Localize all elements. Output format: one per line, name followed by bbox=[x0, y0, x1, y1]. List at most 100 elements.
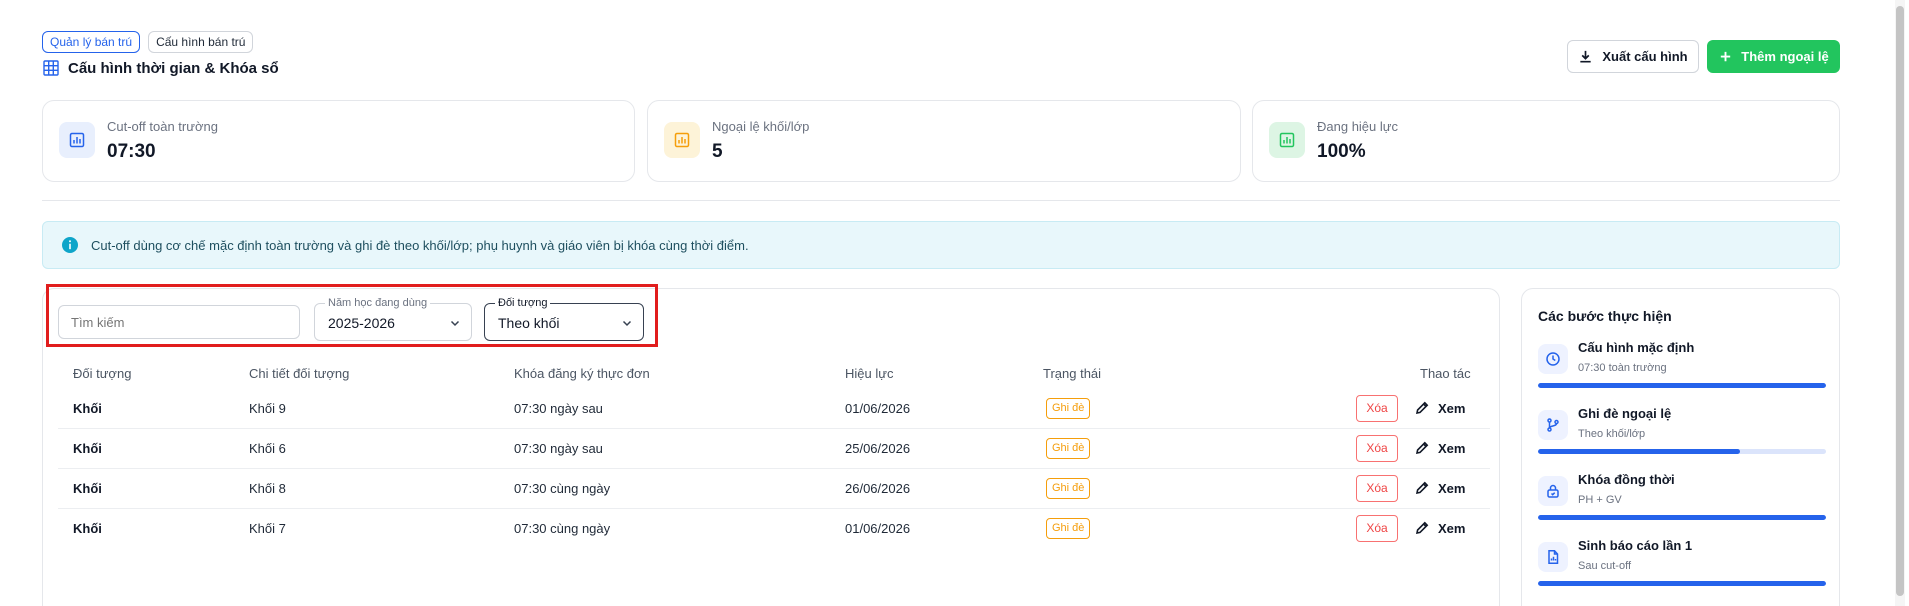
step-title: Ghi đè ngoại lệ bbox=[1578, 406, 1672, 421]
stat-card-exceptions: Ngoại lệ khối/lớp 5 bbox=[647, 100, 1241, 182]
delete-button[interactable]: Xóa bbox=[1356, 515, 1398, 542]
row-target: Khối bbox=[73, 441, 102, 456]
row-target: Khối bbox=[73, 521, 102, 536]
column-header-actions: Thao tác bbox=[1420, 366, 1471, 381]
step-icon-box bbox=[1538, 476, 1568, 506]
table-row: Khối Khối 7 07:30 cùng ngày 01/06/2026 G… bbox=[58, 509, 1490, 549]
status-badge: Ghi đè bbox=[1046, 478, 1091, 499]
export-config-label: Xuất cấu hình bbox=[1602, 49, 1688, 64]
breadcrumb-item-boarding-config[interactable]: Cấu hình bán trú bbox=[148, 31, 254, 53]
delete-button[interactable]: Xóa bbox=[1356, 395, 1398, 422]
info-banner-text: Cut-off dùng cơ chế mặc định toàn trường… bbox=[91, 237, 749, 253]
info-icon bbox=[62, 237, 78, 253]
pencil-icon[interactable] bbox=[1414, 440, 1430, 456]
clock-icon bbox=[1546, 352, 1560, 366]
filter-highlight-box bbox=[46, 284, 658, 347]
step-item: Ghi đè ngoại lệ Theo khối/lớp bbox=[1538, 406, 1826, 468]
step-item: Sinh báo cáo lần 1 Sau cut-off bbox=[1538, 538, 1826, 600]
step-progress-track bbox=[1538, 383, 1826, 388]
pencil-icon[interactable] bbox=[1414, 400, 1430, 416]
export-config-button[interactable]: Xuất cấu hình bbox=[1567, 40, 1699, 73]
row-lock: 07:30 cùng ngày bbox=[514, 481, 611, 496]
status-badge: Ghi đè bbox=[1046, 398, 1091, 419]
step-title: Cấu hình mặc định bbox=[1578, 340, 1695, 355]
stat-icon-box bbox=[59, 122, 95, 158]
pencil-icon[interactable] bbox=[1414, 480, 1430, 496]
step-subtitle: PH + GV bbox=[1578, 494, 1622, 506]
step-progress-track bbox=[1538, 449, 1826, 454]
breadcrumb-item-boarding-management[interactable]: Quản lý bán trú bbox=[42, 31, 141, 53]
pencil-icon[interactable] bbox=[1414, 520, 1430, 536]
table-row: Khối Khối 9 07:30 ngày sau 01/06/2026 Gh… bbox=[58, 389, 1490, 429]
row-detail: Khối 9 bbox=[249, 401, 286, 416]
step-icon-box bbox=[1538, 410, 1568, 440]
row-effective: 25/06/2026 bbox=[845, 441, 911, 456]
stat-icon-box bbox=[664, 122, 700, 158]
stat-value: 100% bbox=[1317, 141, 1366, 162]
row-lock: 07:30 ngày sau bbox=[514, 401, 603, 416]
step-progress-fill bbox=[1538, 581, 1826, 586]
step-subtitle: Theo khối/lớp bbox=[1578, 428, 1646, 440]
step-icon-box bbox=[1538, 344, 1568, 374]
step-title: Sinh báo cáo lần 1 bbox=[1578, 538, 1693, 553]
branch-icon bbox=[1547, 418, 1559, 432]
title-row: Cấu hình thời gian & Khóa sổ bbox=[42, 59, 279, 77]
add-exception-label: Thêm ngoại lệ bbox=[1741, 49, 1829, 64]
chart-icon bbox=[1279, 132, 1295, 148]
step-subtitle: Sau cut-off bbox=[1578, 560, 1631, 572]
status-badge: Ghi đè bbox=[1046, 518, 1091, 539]
column-header-effective[interactable]: Hiệu lực bbox=[845, 366, 893, 381]
view-link[interactable]: Xem bbox=[1438, 401, 1465, 416]
delete-button[interactable]: Xóa bbox=[1356, 435, 1398, 462]
stat-icon-box bbox=[1269, 122, 1305, 158]
breadcrumb: Quản lý bán trú Cấu hình bán trú bbox=[42, 31, 254, 53]
view-link[interactable]: Xem bbox=[1438, 521, 1465, 536]
step-progress-track bbox=[1538, 515, 1826, 520]
step-item: Khóa đồng thời PH + GV bbox=[1538, 472, 1826, 534]
steps-card: Các bước thực hiện Cấu hình mặc định 07:… bbox=[1521, 288, 1840, 606]
chart-icon bbox=[69, 132, 85, 148]
scrollbar-thumb[interactable] bbox=[1896, 6, 1904, 596]
view-link[interactable]: Xem bbox=[1438, 481, 1465, 496]
column-header-target[interactable]: Đối tượng bbox=[73, 366, 131, 381]
row-target: Khối bbox=[73, 401, 102, 416]
step-subtitle: 07:30 toàn trường bbox=[1578, 362, 1667, 374]
add-exception-button[interactable]: Thêm ngoại lệ bbox=[1707, 40, 1840, 73]
step-progress-fill bbox=[1538, 383, 1826, 388]
row-lock: 07:30 cùng ngày bbox=[514, 521, 611, 536]
chart-icon bbox=[674, 132, 690, 148]
stat-card-active: Đang hiệu lực 100% bbox=[1252, 100, 1840, 182]
view-link[interactable]: Xem bbox=[1438, 441, 1465, 456]
page-scrollbar[interactable] bbox=[1895, 0, 1905, 606]
delete-button[interactable]: Xóa bbox=[1356, 475, 1398, 502]
status-badge: Ghi đè bbox=[1046, 438, 1091, 459]
column-header-menu-lock[interactable]: Khóa đăng ký thực đơn bbox=[514, 366, 650, 381]
table-row: Khối Khối 8 07:30 cùng ngày 26/06/2026 G… bbox=[58, 469, 1490, 509]
page-title: Cấu hình thời gian & Khóa sổ bbox=[68, 59, 279, 77]
stat-value: 07:30 bbox=[107, 141, 156, 162]
row-lock: 07:30 ngày sau bbox=[514, 441, 603, 456]
plus-icon bbox=[1721, 51, 1731, 62]
divider bbox=[42, 200, 1840, 201]
row-detail: Khối 7 bbox=[249, 521, 286, 536]
download-icon bbox=[1580, 50, 1592, 63]
step-icon-box bbox=[1538, 542, 1568, 572]
report-icon bbox=[1548, 550, 1559, 564]
column-header-detail[interactable]: Chi tiết đối tượng bbox=[249, 366, 349, 381]
lock-icon bbox=[1547, 484, 1559, 498]
row-effective: 01/06/2026 bbox=[845, 401, 911, 416]
stat-card-cutoff: Cut-off toàn trường 07:30 bbox=[42, 100, 635, 182]
row-detail: Khối 6 bbox=[249, 441, 286, 456]
page: Quản lý bán trú Cấu hình bán trú Cấu hìn… bbox=[0, 0, 1909, 606]
steps-title: Các bước thực hiện bbox=[1538, 308, 1672, 324]
row-effective: 01/06/2026 bbox=[845, 521, 911, 536]
row-target: Khối bbox=[73, 481, 102, 496]
step-progress-fill bbox=[1538, 515, 1826, 520]
step-progress-track bbox=[1538, 581, 1826, 586]
row-effective: 26/06/2026 bbox=[845, 481, 911, 496]
table-row: Khối Khối 6 07:30 ngày sau 25/06/2026 Gh… bbox=[58, 429, 1490, 469]
grid-table-icon bbox=[43, 60, 59, 76]
column-header-status[interactable]: Trạng thái bbox=[1043, 366, 1101, 381]
step-item: Cấu hình mặc định 07:30 toàn trường bbox=[1538, 340, 1826, 402]
stat-label: Đang hiệu lực bbox=[1317, 119, 1398, 134]
